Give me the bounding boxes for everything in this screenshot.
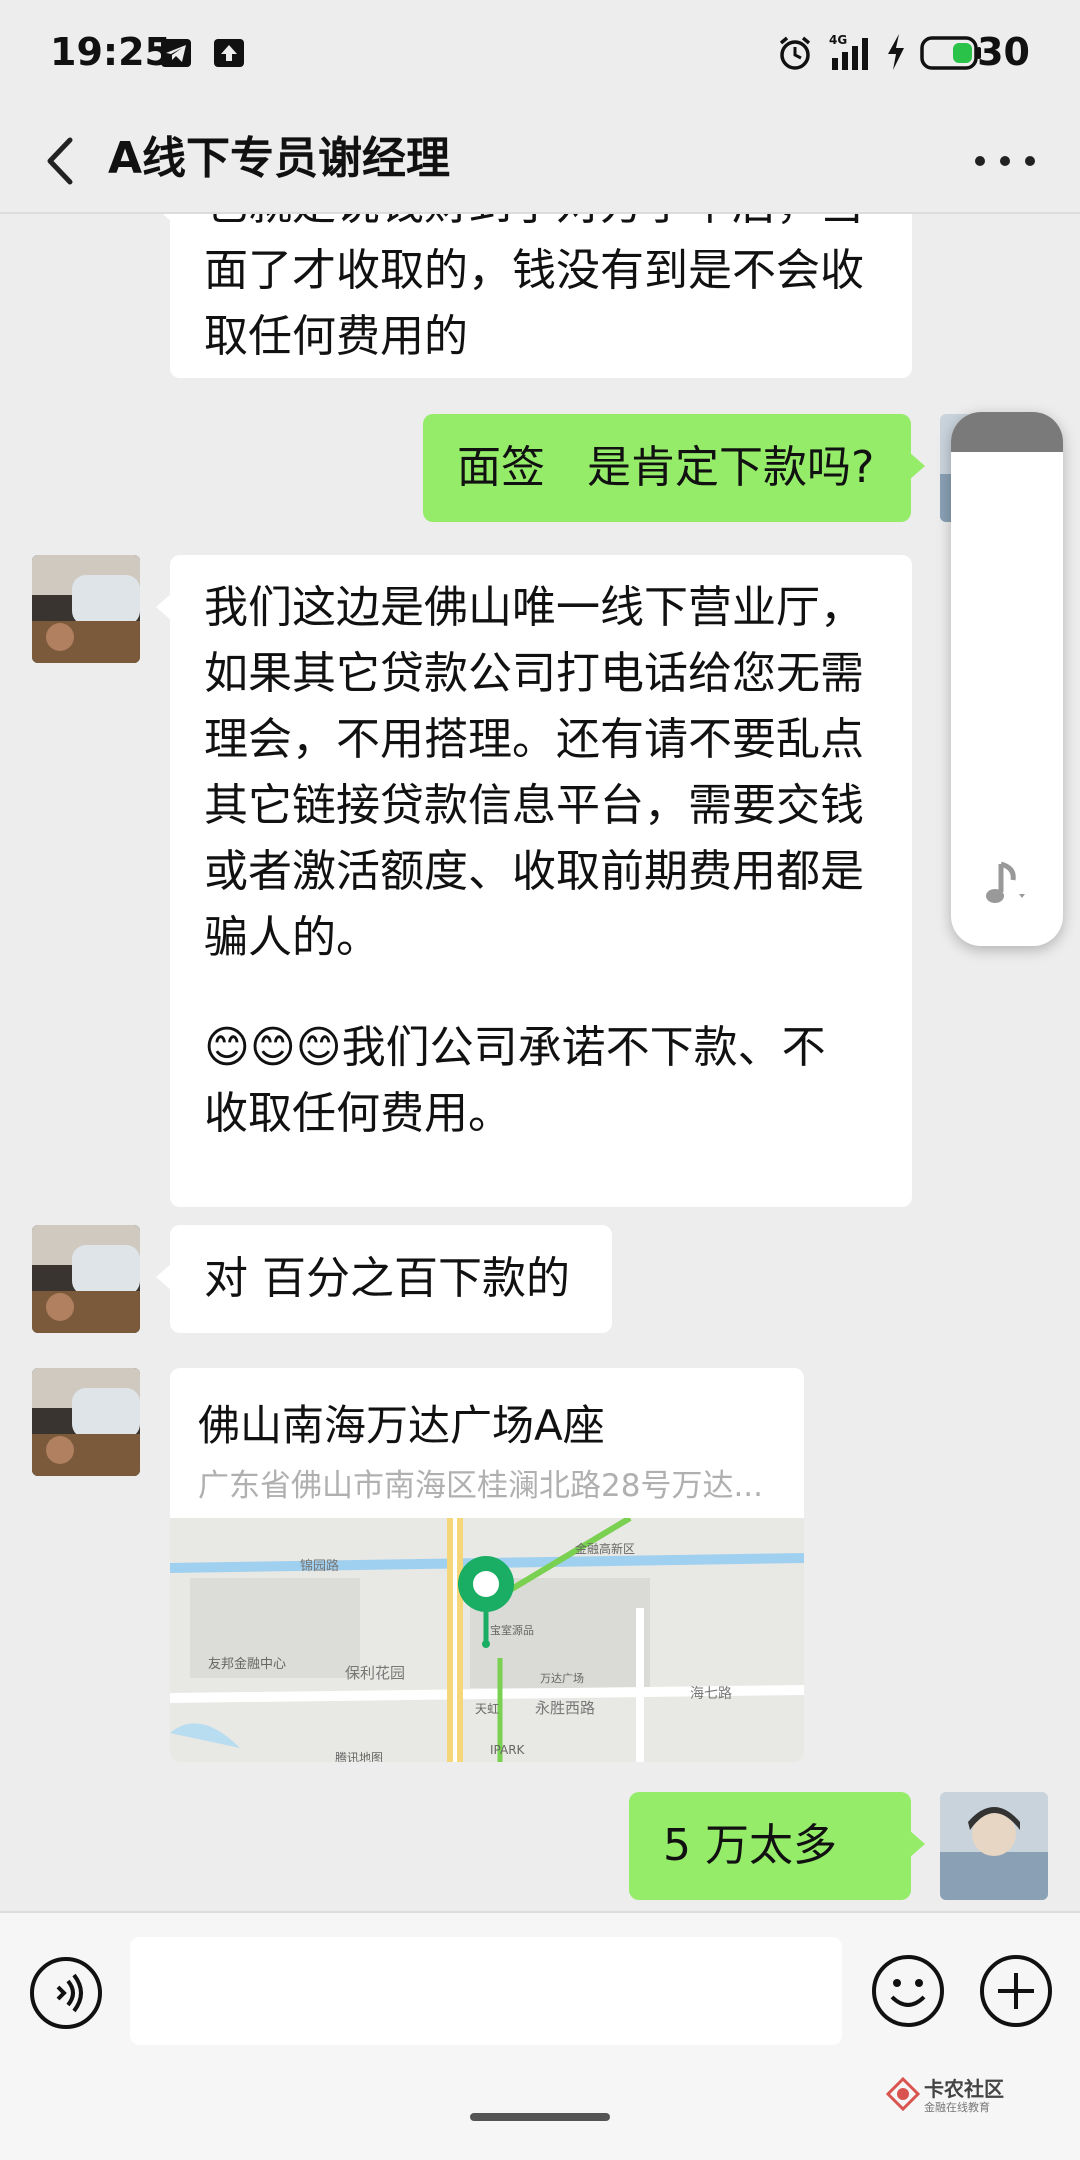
watermark-sub: 金融在线教育 bbox=[924, 2101, 990, 2114]
contact-avatar[interactable] bbox=[32, 1225, 140, 1333]
more-options-icon[interactable] bbox=[970, 146, 1040, 176]
svg-text:锦园路: 锦园路 bbox=[300, 1558, 339, 1574]
message-input[interactable] bbox=[130, 1937, 842, 2045]
message-bubble[interactable]: 我们这边是佛山唯一线下营业厅， 如果其它贷款公司打电话给您无需 理会，不用搭理。… bbox=[156, 555, 912, 1207]
watermark-name: 卡农社区 bbox=[924, 2077, 1004, 2101]
message-bubble[interactable]: 也就是说钱财到了对方手中后，当 面了才收取的，钱没有到是不会收 取任何费用的 bbox=[156, 214, 912, 378]
location-address: 广东省佛山市南海区桂澜北路28号万达... bbox=[198, 1468, 764, 1504]
svg-text:永胜西路: 永胜西路 bbox=[535, 1699, 595, 1717]
smile-emoji: 😊😊😊 bbox=[204, 1022, 342, 1073]
emoji-icon[interactable] bbox=[870, 1953, 946, 2029]
svg-text:IPARK: IPARK bbox=[490, 1743, 526, 1757]
battery-level: 30 bbox=[977, 30, 1030, 74]
svg-text:天虹: 天虹 bbox=[475, 1702, 499, 1716]
message-line: 对 百分之百下款的 bbox=[204, 1253, 570, 1304]
message-line: 也就是说钱财到了对方手中后，当 bbox=[204, 214, 878, 238]
chat-header: A线下专员谢经理 bbox=[0, 108, 1080, 214]
input-bar: 卡农社区 金融在线教育 bbox=[0, 1911, 1080, 2160]
svg-text:金融高新区: 金融高新区 bbox=[575, 1541, 635, 1556]
message-bubble[interactable]: 面签 是肯定下款吗? bbox=[423, 414, 925, 522]
location-card[interactable]: 佛山南海万达广场A座 广东省佛山市南海区桂澜北路28号万达... 锦园路 友邦金… bbox=[170, 1368, 804, 1762]
message-bubble[interactable]: 对 百分之百下款的 bbox=[156, 1225, 612, 1333]
my-avatar[interactable] bbox=[940, 1792, 1048, 1900]
telegram-icon bbox=[161, 39, 191, 67]
chat-messages[interactable]: 也就是说钱财到了对方手中后，当 面了才收取的，钱没有到是不会收 取任何费用的 面… bbox=[0, 214, 1080, 1911]
home-indicator[interactable] bbox=[470, 2113, 610, 2121]
charging-icon bbox=[888, 34, 904, 70]
status-bar: 19:25 4G 30 bbox=[0, 0, 1080, 108]
watermark-logo: 卡农社区 金融在线教育 bbox=[886, 2073, 1014, 2119]
svg-text:万达广场: 万达广场 bbox=[540, 1671, 584, 1685]
message-line: 😊😊😊我们公司承诺不下款、不 bbox=[204, 1022, 826, 1073]
contact-avatar[interactable] bbox=[32, 1368, 140, 1476]
location-map[interactable]: 锦园路 友邦金融中心 保利花园 金融高新区 宝室源品 万达广场 永胜西路 天虹 … bbox=[170, 1518, 804, 1762]
svg-text:友邦金融中心: 友邦金融中心 bbox=[208, 1656, 286, 1672]
chat-title: A线下专员谢经理 bbox=[108, 133, 451, 184]
signal-icon: 4G bbox=[829, 33, 868, 70]
svg-text:海七路: 海七路 bbox=[690, 1686, 732, 1702]
floating-music-widget[interactable] bbox=[951, 412, 1063, 946]
voice-input-icon[interactable] bbox=[28, 1955, 104, 2031]
svg-text:宝室源品: 宝室源品 bbox=[490, 1623, 534, 1637]
location-title: 佛山南海万达广场A座 bbox=[198, 1401, 605, 1450]
message-line: 面签 是肯定下款吗? bbox=[457, 442, 875, 493]
upload-icon bbox=[214, 39, 244, 67]
message-line: 面了才收取的，钱没有到是不会收 bbox=[204, 245, 864, 296]
music-note-icon[interactable] bbox=[981, 858, 1033, 910]
back-arrow-icon[interactable] bbox=[30, 128, 96, 194]
message-line: 骗人的。 bbox=[204, 912, 380, 963]
svg-text:腾讯地图: 腾讯地图 bbox=[335, 1750, 383, 1762]
widget-handle[interactable] bbox=[951, 412, 1063, 452]
message-line bbox=[204, 971, 878, 1015]
message-bubble[interactable]: 5 万太多了 bbox=[629, 1792, 925, 1900]
message-line: 理会，不用搭理。还有请不要乱点 bbox=[204, 714, 864, 765]
message-line: 5 万太多了 bbox=[663, 1820, 837, 1871]
message-line: 取任何费用的 bbox=[204, 311, 468, 362]
battery-icon bbox=[920, 36, 981, 70]
message-line: 如果其它贷款公司打电话给您无需 bbox=[204, 648, 864, 699]
status-time: 19:25 bbox=[50, 30, 171, 74]
watermark-icon bbox=[886, 2077, 920, 2111]
message-line: 我们这边是佛山唯一线下营业厅， bbox=[204, 582, 864, 633]
message-line: 或者激活额度、收取前期费用都是 bbox=[204, 846, 864, 897]
svg-text:4G: 4G bbox=[829, 33, 847, 47]
alarm-icon bbox=[779, 36, 811, 70]
contact-avatar[interactable] bbox=[32, 555, 140, 663]
message-line: 收取任何费用。 bbox=[204, 1088, 512, 1139]
plus-icon[interactable] bbox=[978, 1953, 1054, 2029]
svg-text:保利花园: 保利花园 bbox=[345, 1664, 405, 1682]
message-line: 其它链接贷款信息平台，需要交钱 bbox=[204, 780, 864, 831]
